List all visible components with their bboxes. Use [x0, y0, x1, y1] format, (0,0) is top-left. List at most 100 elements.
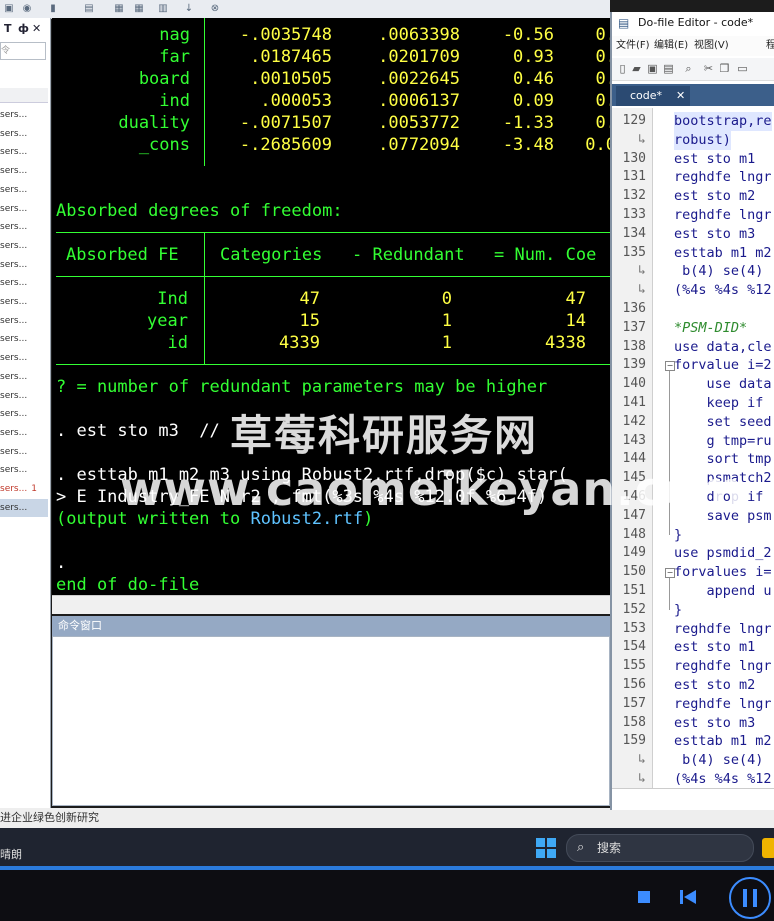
- dofile-menu-item[interactable]: 编辑(E): [654, 36, 688, 56]
- variable-list-item[interactable]: sers...: [0, 349, 48, 367]
- variable-list-item[interactable]: sers...: [0, 125, 48, 143]
- new-file-icon[interactable]: ▯: [616, 62, 629, 75]
- previous-icon[interactable]: [680, 890, 696, 904]
- variable-search-input[interactable]: 令: [0, 42, 46, 60]
- data-browser-icon[interactable]: ▦: [132, 2, 146, 15]
- tab-close-icon[interactable]: ✕: [676, 86, 685, 106]
- coef-row-std-error: .0006137: [378, 91, 460, 111]
- code-line[interactable]: reghdfe lngr: [674, 695, 772, 714]
- open-file-icon[interactable]: ▰: [630, 62, 643, 75]
- variable-list-item[interactable]: sers...: [0, 143, 48, 161]
- variable-list-item[interactable]: sers...: [0, 200, 48, 218]
- code-line[interactable]: est sto m3: [674, 714, 755, 733]
- dofile-menu-item[interactable]: 程: [766, 36, 774, 56]
- fold-toggle-icon[interactable]: −: [665, 361, 675, 372]
- variable-list-item[interactable]: sers...: [0, 274, 48, 292]
- break-icon[interactable]: ⊗: [208, 2, 222, 15]
- code-line[interactable]: est sto m1: [674, 150, 755, 169]
- app-icon[interactable]: ▣: [2, 2, 16, 15]
- variable-list-item[interactable]: sers...: [0, 237, 48, 255]
- code-line[interactable]: reghdfe lngr: [674, 657, 772, 676]
- code-line[interactable]: robust): [674, 130, 731, 150]
- code-line[interactable]: keep if: [674, 394, 764, 413]
- code-line[interactable]: set seed: [674, 413, 772, 432]
- data-editor-icon[interactable]: ▦: [112, 2, 126, 15]
- code-line[interactable]: (%4s %4s %12: [674, 770, 772, 789]
- code-line[interactable]: use data,cle: [674, 338, 772, 357]
- variable-list-item[interactable]: sers...: [0, 405, 48, 423]
- variable-list-item[interactable]: sers...: [0, 293, 48, 311]
- coef-row-t: 0.93: [513, 47, 554, 67]
- cut-icon[interactable]: ✂: [702, 62, 715, 75]
- variable-list-item[interactable]: sers...: [0, 162, 48, 180]
- variable-list-item[interactable]: sers...: [0, 181, 48, 199]
- dofile-menu-item[interactable]: 文件(F): [616, 36, 650, 56]
- code-line[interactable]: use data: [674, 375, 772, 394]
- more-icon[interactable]: ↓: [182, 2, 196, 15]
- coef-row-coefficient: .000053: [260, 91, 332, 111]
- taskbar-search[interactable]: ⌕ 搜索: [566, 834, 754, 862]
- code-line[interactable]: append u: [674, 582, 772, 601]
- dofile-menu-bar: 文件(F) 编辑(E) 视图(V) 程: [612, 36, 774, 56]
- code-line[interactable]: *PSM-DID*: [674, 319, 747, 338]
- variable-list-item[interactable]: sers...: [0, 424, 48, 442]
- dofile-horizontal-scrollbar[interactable]: [612, 788, 774, 807]
- code-line[interactable]: reghdfe lngr: [674, 206, 772, 225]
- variable-list-item[interactable]: sers...: [0, 312, 48, 330]
- weather-label[interactable]: 晴朗: [0, 846, 22, 862]
- code-line[interactable]: forvalues i=: [674, 563, 772, 582]
- windows-start-icon[interactable]: [536, 838, 556, 858]
- copy-icon[interactable]: ❐: [718, 62, 731, 75]
- code-line[interactable]: g tmp=ru: [674, 432, 772, 451]
- taskbar-app-icon[interactable]: [762, 838, 774, 858]
- coef-row-t: -0.56: [502, 25, 554, 45]
- code-line[interactable]: esttab m1 m2: [674, 732, 772, 751]
- code-line[interactable]: est sto m3: [674, 225, 755, 244]
- find-icon[interactable]: ⌕: [682, 62, 695, 75]
- code-line[interactable]: (%4s %4s %12: [674, 281, 772, 300]
- code-line[interactable]: b(4) se(4): [674, 262, 763, 281]
- variable-list-item-modified[interactable]: sers... 1: [0, 480, 48, 498]
- line-number-text: 155: [622, 658, 646, 674]
- code-line[interactable]: est sto m2: [674, 676, 755, 695]
- save-icon[interactable]: ▣: [646, 62, 659, 75]
- dofile-menu-item[interactable]: 视图(V): [694, 36, 729, 56]
- variable-list-item[interactable]: sers...: [0, 368, 48, 386]
- variable-list-item[interactable]: sers...: [0, 461, 48, 479]
- results-scrollbar[interactable]: [52, 595, 610, 614]
- variable-list-item[interactable]: sers...: [0, 330, 48, 348]
- tab-code[interactable]: code* ✕: [616, 86, 690, 106]
- windows-taskbar: 晴朗 ⌕ 搜索: [0, 828, 774, 866]
- variable-list-item[interactable]: sers...: [0, 256, 48, 274]
- stop-icon[interactable]: [638, 891, 650, 903]
- variable-list-item-selected[interactable]: sers...: [0, 498, 48, 517]
- code-line[interactable]: }: [674, 526, 682, 545]
- dofile-icon[interactable]: ▤: [82, 2, 96, 15]
- code-line[interactable]: reghdfe lngr: [674, 168, 772, 187]
- viewer-icon[interactable]: ◉: [20, 2, 34, 15]
- variables-icon[interactable]: ▥: [156, 2, 170, 15]
- code-line[interactable]: est sto m2: [674, 187, 755, 206]
- variable-list-item[interactable]: sers...: [0, 443, 48, 461]
- pin-icon[interactable]: ф: [18, 22, 29, 35]
- variable-list-item[interactable]: sers...: [0, 387, 48, 405]
- variable-list-item[interactable]: sers...: [0, 218, 48, 236]
- pause-icon[interactable]: [728, 876, 772, 920]
- command-input[interactable]: [52, 636, 610, 806]
- fold-toggle-icon[interactable]: −: [665, 568, 675, 579]
- paste-icon[interactable]: ▭: [736, 62, 749, 75]
- filter-icon[interactable]: T: [4, 22, 12, 35]
- code-line[interactable]: est sto m1: [674, 638, 755, 657]
- graph-icon[interactable]: ▮: [46, 2, 60, 15]
- code-line[interactable]: b(4) se(4): [674, 751, 763, 770]
- code-line[interactable]: bootstrap,re: [674, 112, 772, 131]
- variable-list-item[interactable]: sers...: [0, 106, 48, 124]
- code-line[interactable]: forvalue i=2: [674, 356, 772, 375]
- code-line[interactable]: esttab m1 m2: [674, 244, 772, 263]
- code-line[interactable]: }: [674, 601, 682, 620]
- coef-row-variable: board: [138, 69, 190, 89]
- code-line[interactable]: reghdfe lngr: [674, 620, 772, 639]
- print-icon[interactable]: ▤: [662, 62, 675, 75]
- close-icon[interactable]: ✕: [32, 22, 41, 35]
- code-line[interactable]: use psmdid_2: [674, 544, 772, 563]
